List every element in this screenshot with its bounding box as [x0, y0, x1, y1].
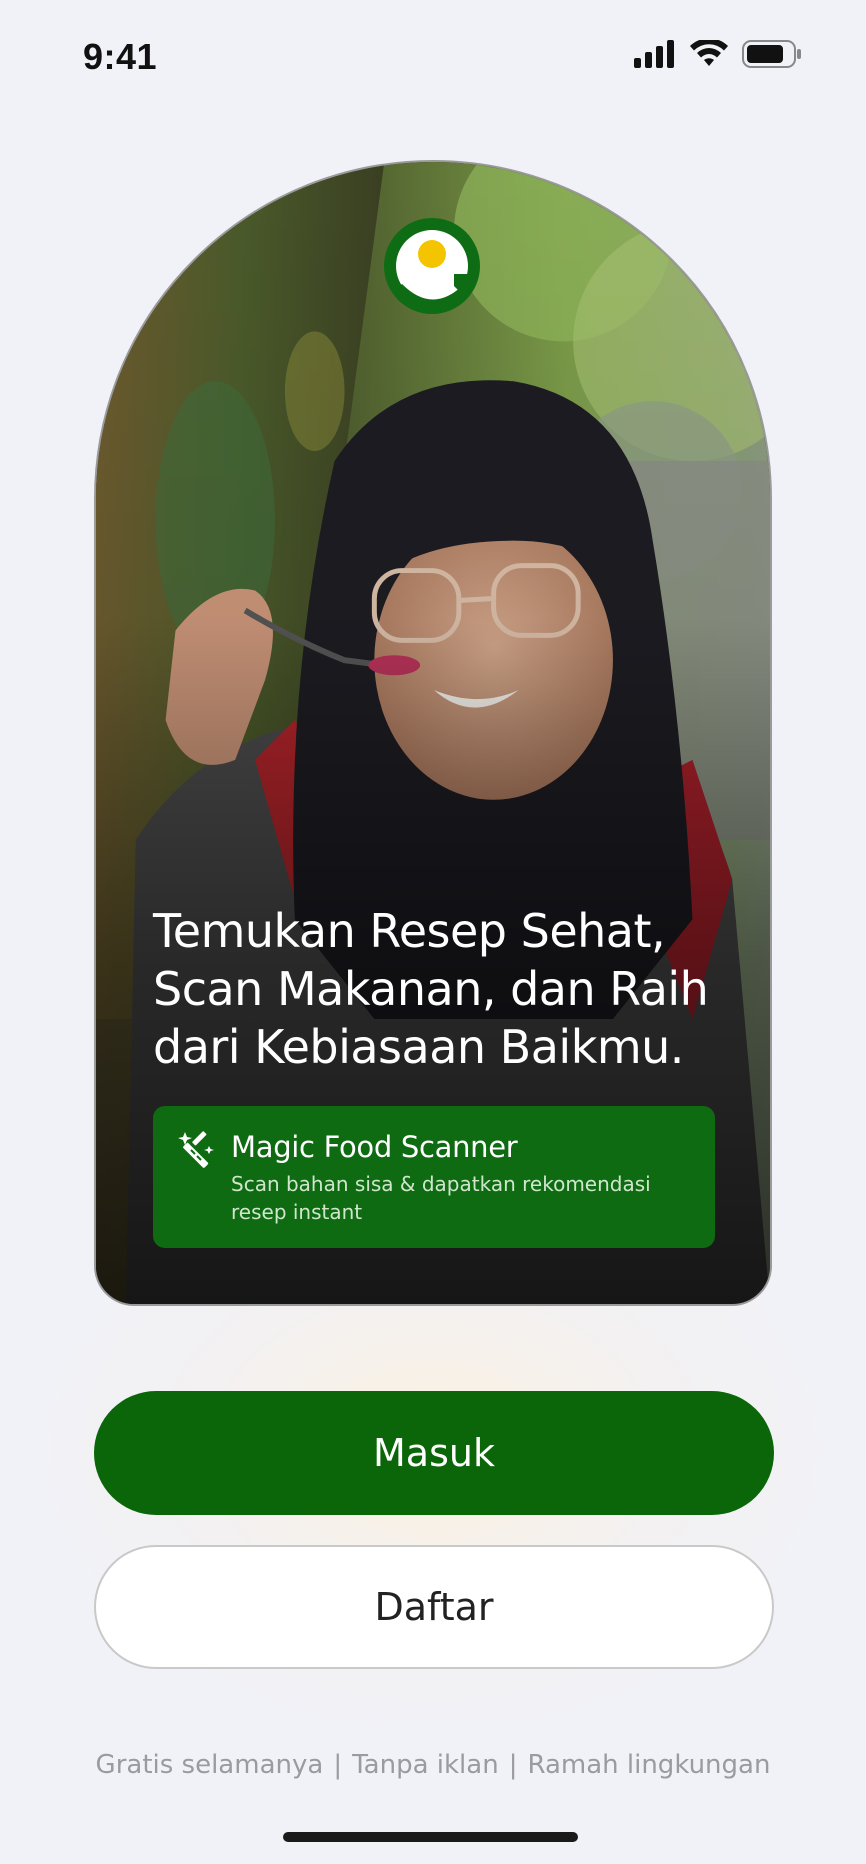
footer-item-free: Gratis selamanya	[95, 1750, 324, 1780]
feature-description-line: Scan bahan sisa & dapatkan rekomendasi	[231, 1172, 651, 1196]
footer-separator: |	[333, 1750, 343, 1780]
feature-description: Scan bahan sisa & dapatkan rekomendasi r…	[231, 1170, 681, 1226]
signal-icon	[634, 40, 674, 68]
app-logo	[384, 218, 480, 314]
home-indicator[interactable]	[283, 1832, 578, 1842]
feature-title: Magic Food Scanner	[231, 1130, 518, 1164]
wifi-icon	[690, 40, 728, 66]
login-button[interactable]: Masuk	[94, 1391, 774, 1515]
welcome-screen: 9:41 Temukan Resep Sehat, Scan Makanan, …	[0, 0, 866, 1864]
status-time: 9:41	[83, 36, 158, 77]
register-button[interactable]: Daftar	[94, 1545, 774, 1669]
hero-title-line: dari Kebiasaan Baikmu.	[153, 1020, 684, 1074]
footer-tagline: Gratis selamanya | Tanpa iklan | Ramah lingk…	[0, 1750, 866, 1780]
feature-description-line: resep instant	[231, 1200, 363, 1224]
magic-food-scanner-card[interactable]: Magic Food Scanner Scan bahan sisa & dap…	[153, 1106, 715, 1248]
battery-icon	[742, 40, 801, 68]
magic-wand-icon	[178, 1131, 214, 1168]
hero-title: Temukan Resep Sehat, Scan Makanan, dan R…	[153, 902, 733, 1076]
footer-item-no-ads: Tanpa iklan	[352, 1750, 499, 1780]
footer-separator: |	[508, 1750, 518, 1780]
status-bar: 9:41	[0, 0, 866, 110]
status-icons	[634, 40, 802, 68]
hero-card: Temukan Resep Sehat, Scan Makanan, dan R…	[94, 160, 772, 1306]
footer-item-eco-friendly: Ramah lingkungan	[527, 1750, 771, 1780]
hero-title-line: Scan Makanan, dan Raih	[153, 962, 709, 1016]
hero-title-line: Temukan Resep Sehat,	[153, 904, 666, 958]
